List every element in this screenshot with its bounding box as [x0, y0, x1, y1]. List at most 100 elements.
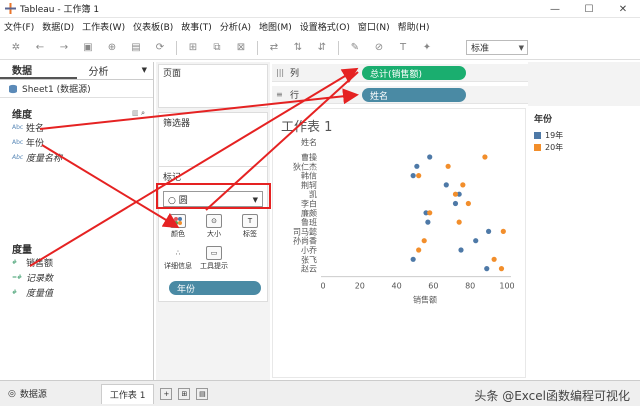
menu-analysis[interactable]: 分析(A) — [220, 20, 251, 33]
x-tick-label: 100 — [499, 282, 514, 291]
scatter-point — [452, 200, 459, 207]
columns-sales-pill[interactable]: 总计(销售额) — [362, 66, 466, 80]
run-update-icon[interactable]: ⟳ — [152, 40, 168, 56]
y-tick-label: 韩信 — [301, 171, 317, 181]
detail-icon: ∴ — [175, 249, 181, 257]
new-worksheet-icon[interactable]: + — [160, 387, 173, 400]
sort-desc-icon[interactable]: ⇵ — [314, 40, 330, 56]
menu-dashboard[interactable]: 仪表板(B) — [133, 20, 173, 33]
x-tick-label: 20 — [355, 282, 365, 291]
menu-help[interactable]: 帮助(H) — [398, 20, 430, 33]
watermark: 头条 @Excel函数编程可视化 — [474, 389, 630, 403]
legend-title: 年份 — [534, 115, 553, 125]
close-icon[interactable]: ✕ — [606, 0, 640, 18]
number-type-icon: =# — [12, 274, 23, 281]
database-icon: ◎ — [8, 388, 16, 399]
field-measure-values[interactable]: # 度量值 — [0, 285, 153, 300]
scatter-point — [491, 256, 497, 262]
tableau-icon[interactable]: ✲ — [8, 40, 24, 56]
menu-file[interactable]: 文件(F) — [4, 20, 34, 33]
field-sales[interactable]: # 销售额 — [0, 255, 153, 270]
string-type-icon: Abc — [12, 124, 24, 131]
text-icon: T — [242, 214, 258, 228]
color-year-pill[interactable]: 年份 — [169, 281, 261, 295]
scatter-point — [473, 238, 479, 244]
minimize-icon[interactable]: — — [538, 0, 572, 18]
detail-button[interactable]: ∴ 详细信息 — [163, 245, 193, 271]
highlight-icon[interactable]: ✎ — [347, 40, 363, 56]
search-icon[interactable]: ▥ ⌕ — [132, 109, 145, 118]
field-label: 姓名 — [26, 124, 45, 134]
new-story-icon[interactable]: ▤ — [196, 387, 209, 400]
color-button[interactable]: 颜色 — [163, 213, 193, 239]
tableau-logo-icon — [4, 3, 16, 15]
field-measure-names[interactable]: Abc 度量名称 — [0, 150, 153, 165]
field-name[interactable]: Abc 姓名 — [0, 120, 153, 135]
columns-label: 列 — [290, 69, 300, 79]
group-icon[interactable]: ⊘ — [371, 40, 387, 56]
new-datasource-icon[interactable]: ⊕ — [104, 40, 120, 56]
y-tick-label: 赵云 — [301, 264, 317, 274]
menu-story[interactable]: 故事(T) — [181, 20, 212, 33]
color-legend: 年份 19年 20年 — [528, 108, 640, 168]
field-label: 销售额 — [26, 259, 54, 269]
clear-sheet-icon[interactable]: ⊠ — [233, 40, 249, 56]
sort-asc-icon[interactable]: ⇅ — [290, 40, 306, 56]
rows-name-pill[interactable]: 姓名 — [362, 88, 466, 102]
color-icon — [170, 214, 186, 228]
size-button-label: 大小 — [207, 230, 221, 238]
mark-type-dropdown[interactable]: ○ 圆 ▼ — [163, 191, 263, 207]
scatter-point — [465, 200, 471, 207]
legend-swatch — [534, 143, 541, 151]
tooltip-button[interactable]: ▭ 工具提示 — [199, 245, 229, 271]
color-pill-label: 年份 — [177, 284, 196, 295]
y-tick-label: 孙尚香 — [293, 236, 317, 246]
tab-data[interactable]: 数据 — [0, 62, 77, 79]
label-button-label: 标签 — [243, 230, 257, 238]
menu-worksheet[interactable]: 工作表(W) — [82, 20, 125, 33]
data-pane: 数据 分析 ▼ Sheet1 (数据源) 维度 ▥ ⌕ Abc 姓名 Abc 年份 Ab… — [0, 62, 154, 380]
y-tick-label: 鲁班 — [301, 217, 317, 227]
pages-label: 页面 — [163, 68, 182, 79]
field-label: 度量值 — [26, 289, 54, 299]
datasource-tab[interactable]: ◎ 数据源 — [0, 384, 55, 404]
sheet-tab[interactable]: 工作表 1 — [100, 383, 155, 404]
pin-icon[interactable]: ✦ — [419, 40, 435, 56]
menu-format[interactable]: 设置格式(O) — [300, 20, 350, 33]
tab-analysis[interactable]: 分析 ▼ — [77, 62, 154, 79]
duplicate-icon[interactable]: ⧉ — [209, 40, 225, 56]
redo-icon[interactable]: → — [56, 40, 72, 56]
pause-update-icon[interactable]: ▤ — [128, 40, 144, 56]
scatter-point — [486, 228, 492, 234]
maximize-icon[interactable]: ☐ — [572, 0, 606, 18]
new-worksheet-icon[interactable]: ⊞ — [185, 40, 201, 56]
legend-item[interactable]: 19年 — [528, 129, 640, 141]
label-icon[interactable]: T — [395, 40, 411, 56]
field-year[interactable]: Abc 年份 — [0, 135, 153, 150]
menu-map[interactable]: 地图(M) — [259, 20, 292, 33]
swap-icon[interactable]: ⇄ — [266, 40, 282, 56]
label-button[interactable]: T 标签 — [235, 213, 265, 239]
menu-data[interactable]: 数据(D) — [42, 20, 74, 33]
x-axis-label: 销售额 — [413, 295, 437, 305]
menu-window[interactable]: 窗口(N) — [358, 20, 390, 33]
size-button[interactable]: ⊙ 大小 — [199, 213, 229, 239]
x-tick-label: 80 — [465, 282, 475, 291]
cards-pane: 页面 筛选器 标记 ○ 圆 ▼ 颜色 ⊙ 大小 T 标签 ∴ 详细信息 ▭ 工具… — [156, 62, 270, 380]
datasource-item[interactable]: Sheet1 (数据源) — [0, 80, 153, 98]
legend-label: 19年 — [545, 130, 564, 140]
toolbar: ✲ ← → ▣ ⊕ ▤ ⟳ ⊞ ⧉ ⊠ ⇄ ⇅ ⇵ ✎ ⊘ T ✦ 标准 ▼ — [0, 36, 640, 60]
new-dashboard-icon[interactable]: ⊞ — [178, 387, 191, 400]
rows-label: 行 — [290, 91, 300, 101]
chevron-down-icon: ▼ — [252, 196, 258, 204]
field-label: 度量名称 — [26, 154, 63, 164]
fit-dropdown[interactable]: 标准 ▼ — [466, 40, 528, 55]
scatter-point — [416, 247, 422, 253]
undo-icon[interactable]: ← — [32, 40, 48, 56]
legend-item[interactable]: 20年 — [528, 141, 640, 153]
columns-icon: ||| — [276, 68, 285, 77]
scatter-point — [445, 163, 451, 169]
pages-card[interactable]: 页面 — [158, 64, 268, 108]
field-record-count[interactable]: =# 记录数 — [0, 270, 153, 285]
save-icon[interactable]: ▣ — [80, 40, 96, 56]
